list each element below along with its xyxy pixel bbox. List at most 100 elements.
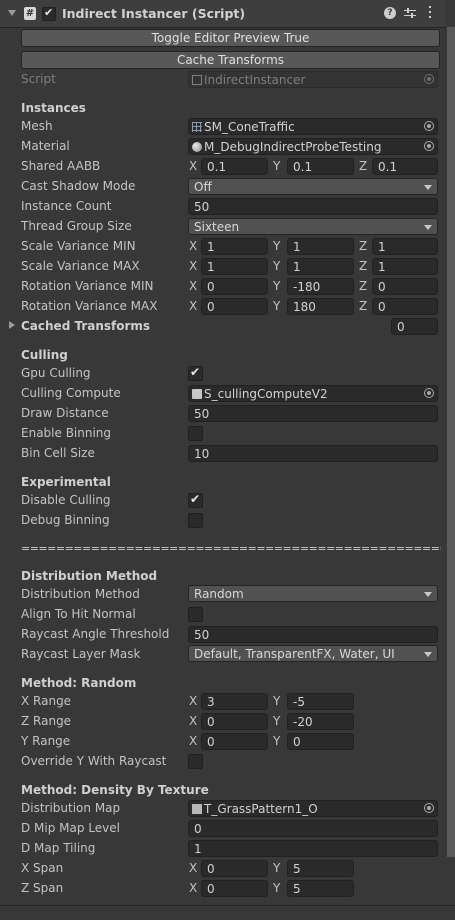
shared-aabb-y[interactable]: 0.1 <box>287 158 354 175</box>
thread-group-dropdown[interactable]: Sixteen <box>188 218 438 235</box>
debug-binning-checkbox[interactable] <box>188 513 203 528</box>
cast-shadow-label: Cast Shadow Mode <box>21 179 136 193</box>
compute-shader-icon <box>192 389 202 399</box>
material-field[interactable]: M_DebugIndirectProbeTesting <box>188 138 438 155</box>
raycast-angle-input[interactable]: 50 <box>188 626 438 643</box>
draw-distance-input[interactable]: 50 <box>188 405 438 422</box>
scale-min-z[interactable]: 1 <box>372 238 438 255</box>
scale-max-x[interactable]: 1 <box>201 258 268 275</box>
foldout-triangle-icon[interactable] <box>8 10 16 16</box>
enable-binning-checkbox[interactable] <box>188 426 203 441</box>
raycast-layer-mask-dropdown[interactable]: Default, TransparentFX, Water, UI <box>188 645 438 662</box>
x-span-x[interactable]: 0 <box>201 860 268 877</box>
mesh-field[interactable]: SM_ConeTraffic <box>188 118 438 135</box>
enabled-checkbox[interactable]: ✔ <box>42 6 56 21</box>
rotation-max-y[interactable]: 180 <box>287 298 354 315</box>
x-span-y[interactable]: 5 <box>287 860 354 877</box>
axis-z-label: Z <box>359 279 368 293</box>
bin-cell-size-label: Bin Cell Size <box>21 446 95 460</box>
map-tiling-label: D Map Tiling <box>21 841 96 855</box>
x-range-x[interactable]: 3 <box>201 693 268 710</box>
z-range-label: Z Range <box>21 714 72 728</box>
material-value: M_DebugIndirectProbeTesting <box>204 140 382 154</box>
thread-group-value: Sixteen <box>194 220 240 234</box>
component-title: Indirect Instancer (Script) <box>62 6 246 21</box>
object-picker-icon[interactable] <box>424 803 434 813</box>
rotation-min-label: Rotation Variance MIN <box>21 279 154 293</box>
thread-group-label: Thread Group Size <box>21 219 132 233</box>
mip-map-level-label: D Mip Map Level <box>21 821 120 835</box>
scale-max-label: Scale Variance MAX <box>21 259 140 273</box>
script-field: IndirectInstancer <box>188 71 438 88</box>
distribution-map-value: T_GrassPattern1_O <box>204 802 318 816</box>
axis-x-label: X <box>189 861 198 875</box>
cached-transforms-count[interactable]: 0 <box>391 318 438 335</box>
axis-x-label: X <box>189 159 198 173</box>
y-range-y[interactable]: 0 <box>287 733 354 750</box>
disable-culling-checkbox[interactable]: ✔ <box>188 492 203 508</box>
z-span-y[interactable]: 5 <box>287 880 354 897</box>
presets-sliders-icon[interactable] <box>404 7 416 19</box>
object-picker-icon[interactable] <box>424 388 434 398</box>
script-file-icon <box>192 75 202 85</box>
raycast-angle-label: Raycast Angle Threshold <box>21 627 170 641</box>
rotation-max-z[interactable]: 0 <box>372 298 438 315</box>
debug-binning-label: Debug Binning <box>21 513 110 527</box>
y-range-x[interactable]: 0 <box>201 733 268 750</box>
help-icon[interactable]: ? <box>384 7 396 19</box>
z-range-y[interactable]: -20 <box>287 713 354 730</box>
toggle-editor-preview-button[interactable]: Toggle Editor Preview True <box>21 29 440 47</box>
instance-count-input[interactable]: 50 <box>188 198 438 215</box>
context-menu-kebab-icon[interactable] <box>428 6 432 20</box>
z-span-x[interactable]: 0 <box>201 880 268 897</box>
x-range-y[interactable]: -5 <box>287 693 354 710</box>
culling-compute-field[interactable]: S_cullingComputeV2 <box>188 385 438 402</box>
map-tiling-input[interactable]: 1 <box>188 840 438 857</box>
rotation-max-x[interactable]: 0 <box>201 298 268 315</box>
section-method-random: Method: Random <box>21 676 137 690</box>
mip-map-level-input[interactable]: 0 <box>188 820 438 837</box>
scale-min-y[interactable]: 1 <box>287 238 354 255</box>
z-range-x[interactable]: 0 <box>201 713 268 730</box>
align-hit-normal-checkbox[interactable] <box>188 607 203 622</box>
distribution-method-value: Random <box>194 587 244 601</box>
scale-min-x[interactable]: 1 <box>201 238 268 255</box>
cache-transforms-button[interactable]: Cache Transforms <box>21 51 440 69</box>
chevron-down-icon <box>424 225 432 230</box>
shared-aabb-z[interactable]: 0.1 <box>372 158 438 175</box>
z-span-label: Z Span <box>21 881 64 895</box>
rotation-min-x[interactable]: 0 <box>201 278 268 295</box>
distribution-method-dropdown[interactable]: Random <box>188 585 438 602</box>
section-culling: Culling <box>21 348 68 362</box>
object-picker-icon <box>424 74 434 84</box>
foldout-triangle-right-icon[interactable] <box>9 321 15 329</box>
object-picker-icon[interactable] <box>424 141 434 151</box>
cast-shadow-dropdown[interactable]: Off <box>188 178 438 195</box>
axis-y-label: Y <box>273 734 281 748</box>
bin-cell-size-input[interactable]: 10 <box>188 445 438 462</box>
gpu-culling-checkbox[interactable]: ✔ <box>188 365 203 381</box>
axis-y-label: Y <box>273 714 281 728</box>
shared-aabb-label: Shared AABB <box>21 159 101 173</box>
rotation-min-z[interactable]: 0 <box>372 278 438 295</box>
scale-max-z[interactable]: 1 <box>372 258 438 275</box>
override-y-checkbox[interactable] <box>188 754 203 769</box>
scrollbar[interactable] <box>447 27 455 857</box>
axis-z-label: Z <box>359 299 368 313</box>
bottom-divider <box>0 905 455 906</box>
cached-transforms-foldout[interactable]: Cached Transforms <box>21 319 150 333</box>
disable-culling-label: Disable Culling <box>21 493 111 507</box>
distribution-map-field[interactable]: T_GrassPattern1_O <box>188 800 438 817</box>
rotation-min-y[interactable]: -180 <box>287 278 354 295</box>
object-picker-icon[interactable] <box>424 121 434 131</box>
component-header[interactable]: # ✔ Indirect Instancer (Script) ? <box>0 0 446 28</box>
section-experimental: Experimental <box>21 475 111 489</box>
scale-max-y[interactable]: 1 <box>287 258 354 275</box>
script-label: Script <box>21 72 56 86</box>
scale-min-label: Scale Variance MIN <box>21 239 136 253</box>
distribution-method-label: Distribution Method <box>21 587 140 601</box>
axis-z-label: Z <box>359 159 368 173</box>
mesh-label: Mesh <box>21 119 53 133</box>
axis-x-label: X <box>189 694 198 708</box>
shared-aabb-x[interactable]: 0.1 <box>201 158 268 175</box>
